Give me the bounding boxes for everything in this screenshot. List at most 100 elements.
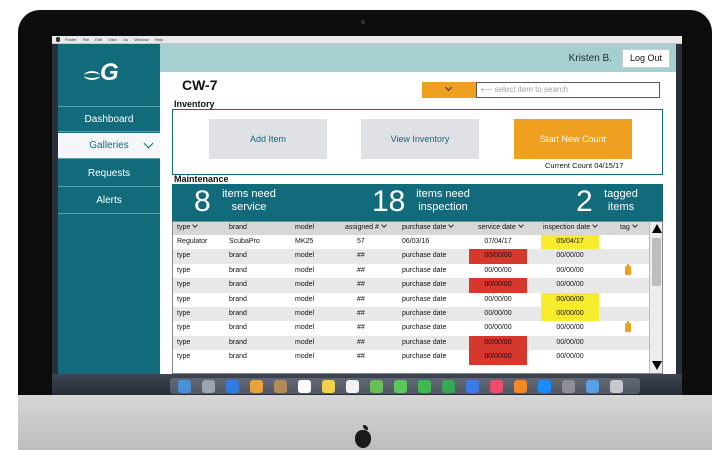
finder-icon[interactable] bbox=[178, 380, 191, 393]
start-new-count-button[interactable]: Start New Count bbox=[514, 119, 632, 159]
safari-icon[interactable] bbox=[226, 380, 239, 393]
cell-assigned: ## bbox=[357, 252, 365, 260]
table-row[interactable]: type brand model ## purchase date 00/00/00 00/… bbox=[173, 307, 649, 322]
col-tag[interactable]: tag bbox=[620, 222, 638, 231]
cell-type: Regulator bbox=[177, 238, 208, 245]
service-label: items need service bbox=[218, 188, 280, 214]
maps-icon[interactable] bbox=[370, 380, 383, 393]
numbers-icon[interactable] bbox=[442, 380, 455, 393]
inspection-label: items need inspection bbox=[412, 188, 474, 214]
keynote-icon[interactable] bbox=[466, 380, 479, 393]
calendar-icon[interactable] bbox=[298, 380, 311, 393]
arrow-left-icon: ⟵ bbox=[481, 85, 493, 94]
menubar-item[interactable]: File bbox=[83, 37, 89, 42]
menubar-item[interactable]: Edit bbox=[95, 37, 102, 42]
cell-inspection-date: 05/04/17 bbox=[541, 235, 599, 250]
sidebar-item-alerts[interactable]: Alerts bbox=[58, 188, 160, 214]
cell-purchase-date: purchase date bbox=[402, 338, 447, 346]
sidebar-item-galleries[interactable]: Galleries bbox=[58, 133, 160, 159]
col-assigned[interactable]: assigned # bbox=[345, 222, 387, 231]
reminders-icon[interactable] bbox=[346, 380, 359, 393]
tagged-count[interactable]: 2 bbox=[576, 184, 593, 220]
mac-menubar: Finder File Edit View Go Window Help bbox=[52, 36, 682, 44]
table-row[interactable]: type brand model ## purchase date 00/00/00 00/… bbox=[173, 263, 649, 278]
menubar-item[interactable]: View bbox=[108, 37, 117, 42]
add-item-button[interactable]: Add Item bbox=[209, 119, 327, 159]
col-service-date[interactable]: service date bbox=[478, 222, 524, 231]
sidebar-item-label: Dashboard bbox=[84, 114, 134, 125]
contacts-icon[interactable] bbox=[274, 380, 287, 393]
table-row[interactable]: type brand model ## purchase date 00/00/00 00/… bbox=[173, 321, 649, 335]
scroll-up-icon[interactable] bbox=[652, 224, 662, 233]
col-model: model bbox=[295, 224, 315, 231]
page-title: CW-7 bbox=[182, 77, 218, 93]
sidebar-item-dashboard[interactable]: Dashboard bbox=[58, 106, 160, 132]
launchpad-icon[interactable] bbox=[202, 380, 215, 393]
messages-icon[interactable] bbox=[394, 380, 407, 393]
folder-icon[interactable] bbox=[586, 380, 599, 393]
service-count[interactable]: 8 bbox=[194, 184, 211, 220]
sidebar-item-requests[interactable]: Requests bbox=[58, 161, 160, 187]
menubar-item[interactable]: Window bbox=[134, 37, 148, 42]
table-scrollbar[interactable] bbox=[649, 222, 662, 373]
cell-purchase-date: purchase date bbox=[402, 310, 447, 317]
maintenance-table: type brand model assigned # purchase dat… bbox=[172, 221, 663, 374]
cell-brand: brand bbox=[229, 281, 247, 289]
cell-inspection-date: 00/00/00 bbox=[556, 281, 584, 289]
stat-line: items bbox=[607, 201, 635, 213]
cell-assigned: ## bbox=[357, 353, 365, 361]
logout-button[interactable]: Log Out bbox=[622, 49, 670, 68]
cell-service-date: 00/00/00 bbox=[484, 324, 512, 332]
screen: Finder File Edit View Go Window Help G D… bbox=[52, 36, 682, 395]
cell-assigned: 57 bbox=[357, 238, 365, 245]
cell-inspection-date: 00/00/00 bbox=[556, 252, 584, 260]
music-icon[interactable] bbox=[490, 380, 503, 393]
cell-purchase-date: purchase date bbox=[402, 281, 447, 289]
cell-model: model bbox=[295, 324, 315, 332]
settings-icon[interactable] bbox=[562, 380, 575, 393]
appstore-icon[interactable] bbox=[538, 380, 551, 393]
header-label: inspection date bbox=[543, 224, 591, 231]
notes-icon[interactable] bbox=[322, 380, 335, 393]
table-row[interactable]: Regulator ScubaPro MK25 57 06/03/16 07/04/17 0… bbox=[173, 235, 649, 250]
fish-g-logo[interactable]: G bbox=[84, 59, 134, 89]
col-purchase-date[interactable]: purchase date bbox=[402, 222, 455, 231]
menubar-item[interactable]: Go bbox=[123, 37, 128, 42]
cell-brand: ScubaPro bbox=[229, 238, 260, 245]
table-row[interactable]: type brand model ## purchase date 00/00/00 00/… bbox=[173, 249, 649, 264]
cell-brand: brand bbox=[229, 353, 247, 361]
scroll-down-icon[interactable] bbox=[652, 361, 662, 370]
menubar-item[interactable]: Finder bbox=[65, 37, 76, 42]
fish-icon bbox=[84, 71, 100, 80]
cell-brand: brand bbox=[229, 338, 247, 346]
col-type[interactable]: type bbox=[177, 222, 199, 231]
table-row[interactable]: type brand model ## purchase date 00/00/00 00/… bbox=[173, 350, 649, 365]
apple-menu-icon[interactable] bbox=[56, 37, 60, 43]
facetime-icon[interactable] bbox=[418, 380, 431, 393]
category-dropdown[interactable] bbox=[422, 82, 476, 98]
view-inventory-button[interactable]: View Inventory bbox=[361, 119, 479, 159]
chevron-down-icon bbox=[592, 222, 598, 228]
search-placeholder: select item to search bbox=[494, 85, 569, 94]
books-icon[interactable] bbox=[514, 380, 527, 393]
header-bar: Kristen B. Log Out bbox=[160, 44, 676, 72]
photos-icon[interactable] bbox=[250, 380, 263, 393]
cell-assigned: ## bbox=[357, 338, 365, 346]
table-row[interactable]: type brand model ## purchase date 00/00/00 00/… bbox=[173, 292, 649, 307]
search-input[interactable]: ⟵ select item to search bbox=[476, 82, 660, 98]
col-inspection-date[interactable]: inspection date bbox=[543, 222, 598, 231]
menubar-item[interactable]: Help bbox=[155, 37, 163, 42]
header-label: purchase date bbox=[402, 224, 447, 231]
table-row[interactable]: type brand model ## purchase date 00/00/00 00/… bbox=[173, 335, 649, 351]
tag-icon[interactable] bbox=[625, 263, 631, 275]
cell-brand: brand bbox=[229, 324, 247, 332]
trash-icon[interactable] bbox=[610, 380, 623, 393]
tag-icon[interactable] bbox=[625, 321, 631, 333]
cell-service-date: 00/00/00 bbox=[484, 310, 512, 317]
scroll-thumb[interactable] bbox=[652, 238, 661, 286]
table-row[interactable]: type brand model ## purchase date 00/00/00 00/… bbox=[173, 278, 649, 293]
cell-assigned: ## bbox=[357, 310, 365, 317]
cell-model: model bbox=[295, 295, 315, 303]
cell-service-date: 00/00/00 bbox=[484, 266, 512, 274]
inspection-count[interactable]: 18 bbox=[372, 184, 405, 220]
